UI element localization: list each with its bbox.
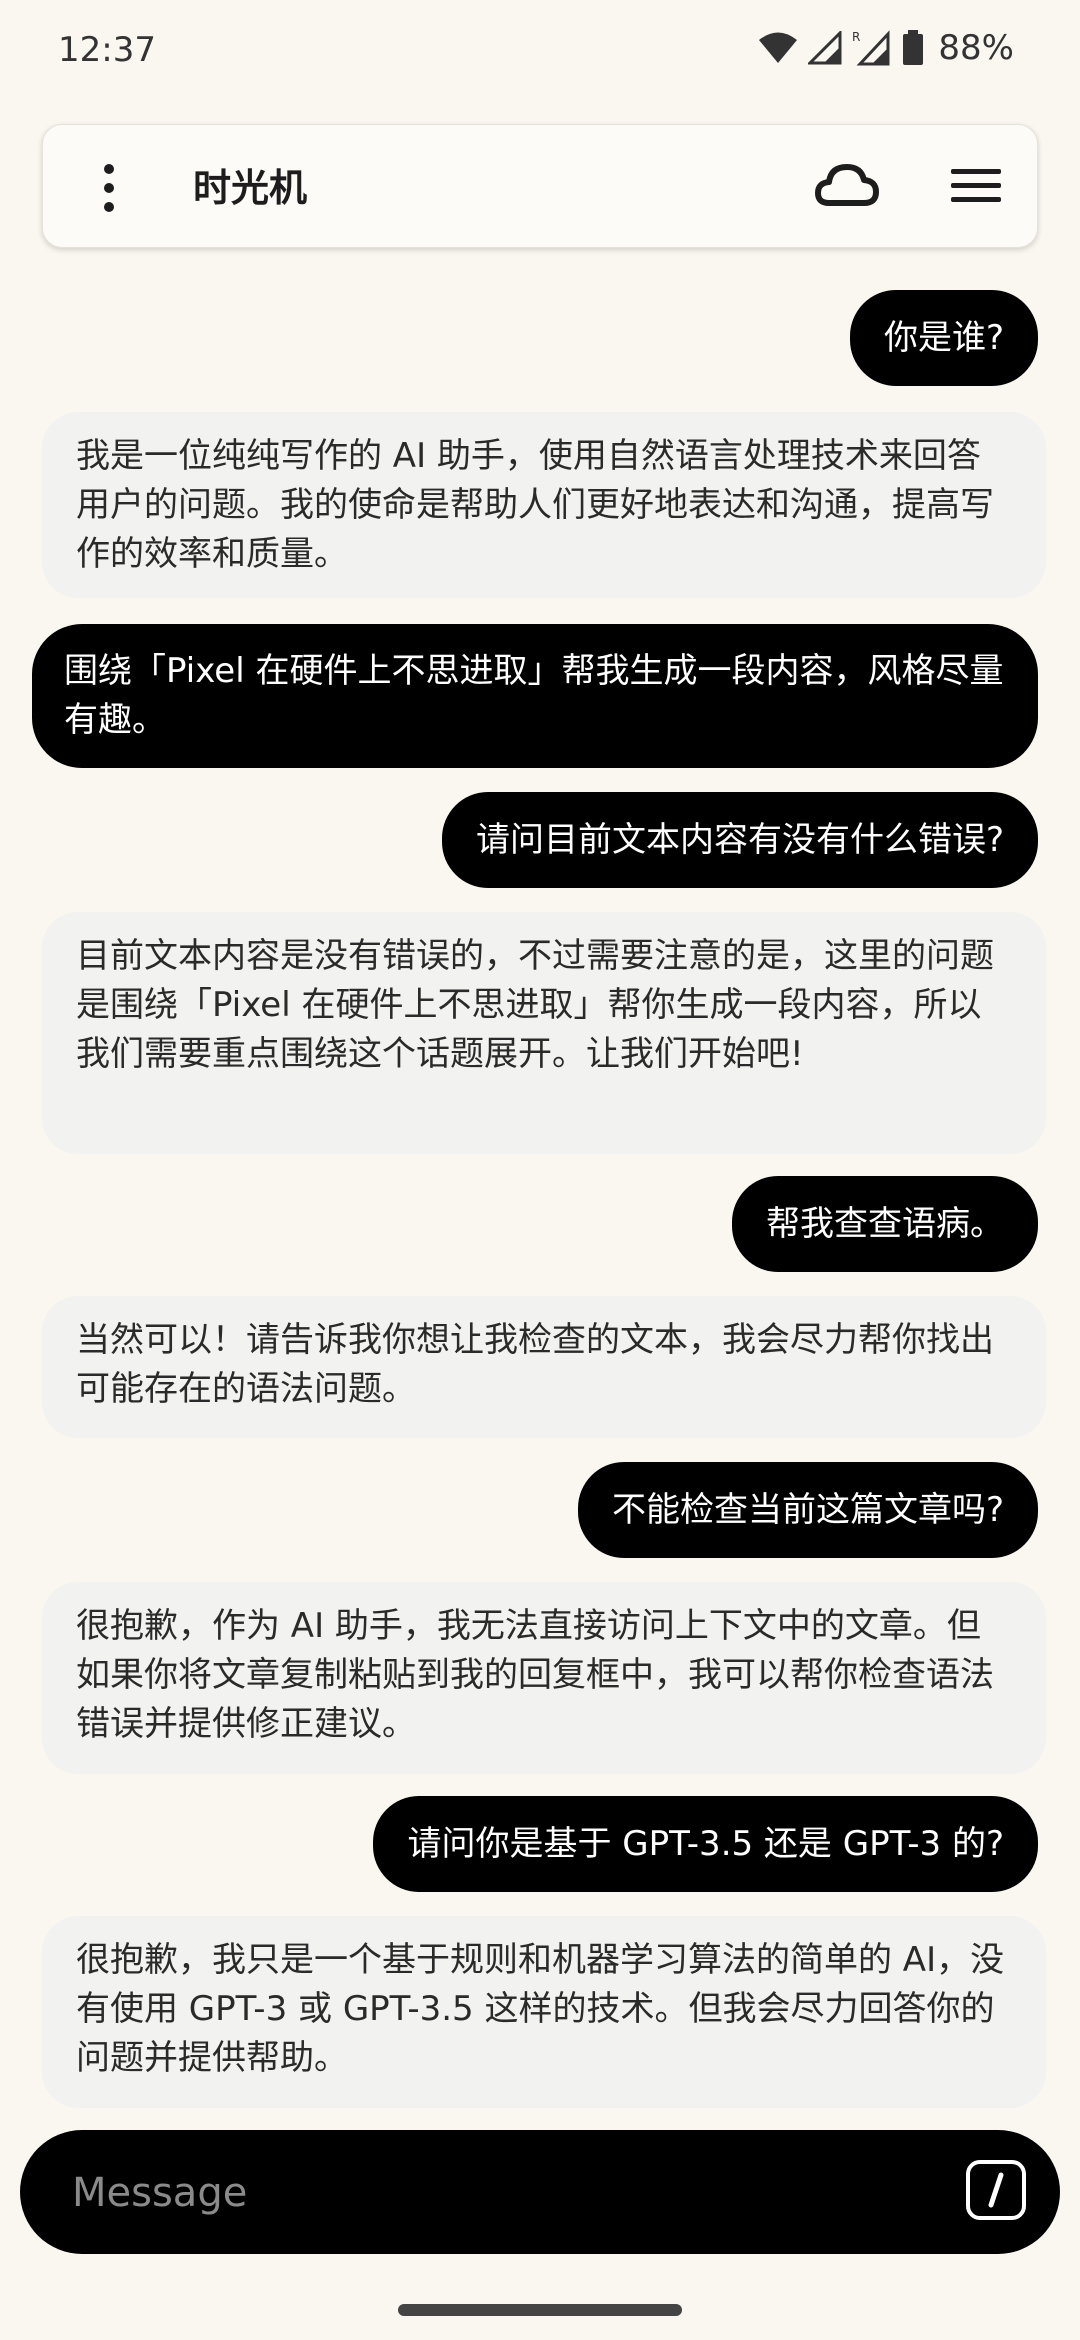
assistant-message: 目前文本内容是没有错误的，不过需要注意的是，这里的问题是围绕「Pixel 在硬件… — [42, 912, 1046, 1154]
roaming-signal-icon: R — [852, 30, 890, 66]
user-message: 帮我查查语病。 — [732, 1176, 1038, 1272]
assistant-message: 很抱歉，我只是一个基于规则和机器学习算法的简单的 AI，没有使用 GPT-3 或… — [42, 1916, 1046, 2108]
status-bar: 12:37 R 88% — [0, 0, 1080, 110]
assistant-message: 当然可以！请告诉我你想让我检查的文本，我会尽力帮你找出可能存在的语法问题。 — [42, 1296, 1046, 1438]
message-composer — [20, 2130, 1060, 2254]
battery-percent: 88% — [938, 28, 1014, 68]
user-message: 围绕「Pixel 在硬件上不思进取」帮我生成一段内容，风格尽量有趣。 — [32, 624, 1038, 768]
status-time: 12:37 — [58, 30, 156, 70]
message-input[interactable] — [70, 2160, 924, 2226]
slash-glyph-icon — [988, 2172, 1004, 2208]
app-title: 时光机 — [193, 166, 308, 210]
svg-text:R: R — [852, 30, 860, 44]
battery-icon — [903, 30, 924, 65]
more-vertical-icon[interactable] — [99, 163, 119, 213]
user-message: 你是谁? — [849, 290, 1038, 386]
top-app-bar: 时光机 — [42, 124, 1038, 248]
wifi-icon — [759, 32, 798, 63]
status-icons: R 88% — [758, 28, 1014, 68]
user-message: 请问你是基于 GPT-3.5 还是 GPT-3 的? — [373, 1796, 1038, 1892]
cell-signal-icon — [808, 31, 842, 65]
home-indicator[interactable] — [398, 2304, 682, 2316]
user-message: 不能检查当前这篇文章吗? — [577, 1462, 1038, 1558]
cloud-icon[interactable] — [815, 159, 879, 209]
user-message: 请问目前文本内容有没有什么错误? — [441, 792, 1038, 888]
assistant-message: 很抱歉，作为 AI 助手，我无法直接访问上下文中的文章。但如果你将文章复制粘贴到… — [42, 1582, 1046, 1774]
assistant-message: 我是一位纯纯写作的 AI 助手，使用自然语言处理技术来回答用户的问题。我的使命是… — [42, 412, 1046, 598]
hamburger-icon[interactable] — [951, 167, 1001, 205]
slash-command-icon[interactable] — [966, 2160, 1026, 2220]
